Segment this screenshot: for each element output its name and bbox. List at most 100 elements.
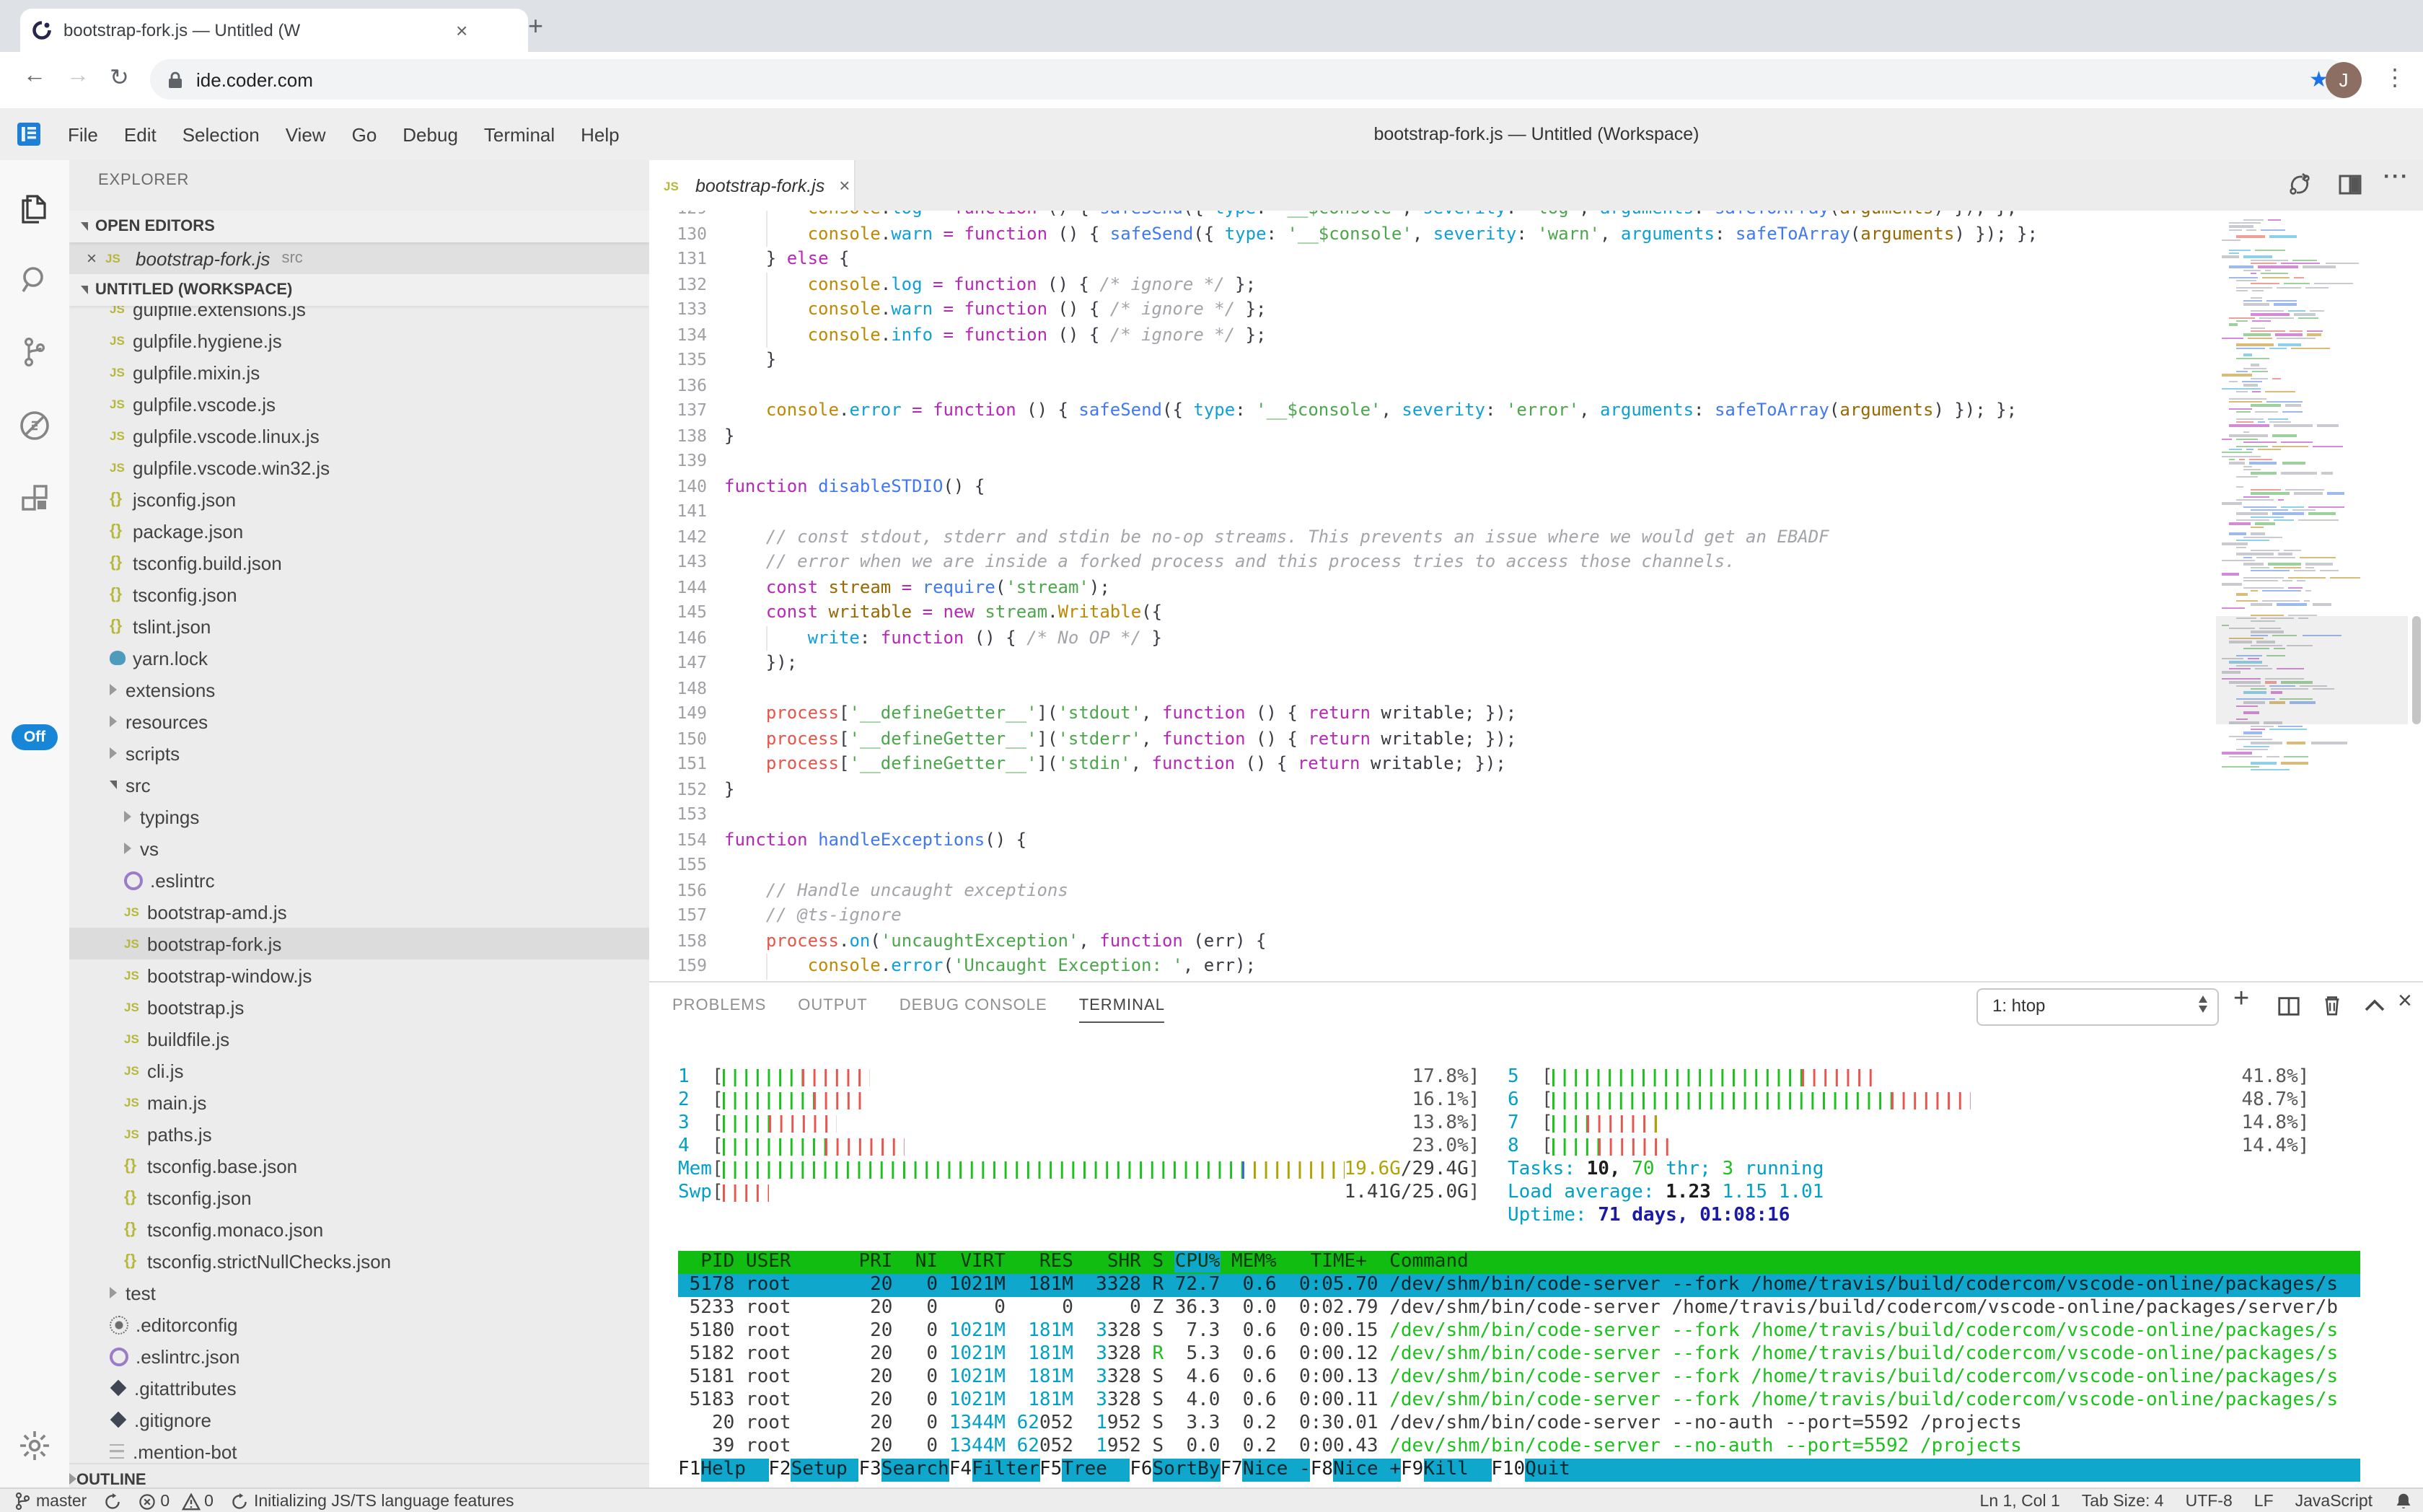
search-icon[interactable]	[17, 263, 52, 297]
htop-fkey-f8[interactable]: Nice +	[1333, 1459, 1401, 1482]
folder-row-scripts[interactable]: scripts	[69, 737, 649, 769]
htop-fkey-f2[interactable]: Setup	[791, 1459, 859, 1482]
browser-menu-icon[interactable]: ⋮	[2383, 63, 2406, 92]
process-row[interactable]: 5180 root 20 0 1021M 181M 3328 S 7.3 0.6…	[678, 1320, 2370, 1343]
split-editor-icon[interactable]	[2337, 172, 2363, 198]
panel-tab-debug-console[interactable]: DEBUG CONSOLE	[900, 983, 1047, 1030]
maximize-panel-icon[interactable]	[2363, 997, 2386, 1014]
status-javascript[interactable]: JavaScript	[2295, 1493, 2373, 1510]
file-row-.editorconfig[interactable]: .editorconfig	[69, 1309, 649, 1340]
sync-button[interactable]	[104, 1493, 121, 1510]
file-row-.mention-bot[interactable]: .mention-bot	[69, 1436, 649, 1463]
code-line-130[interactable]: 130 console.warn = function () { safeSen…	[649, 221, 2038, 247]
file-row-gulpfile.vscode.win32.js[interactable]: JSgulpfile.vscode.win32.js	[69, 452, 649, 483]
file-row-gulpfile.extensions.js[interactable]: JSgulpfile.extensions.js	[69, 306, 649, 325]
folder-row-test[interactable]: test	[69, 1277, 649, 1309]
tab-close-icon[interactable]: ×	[456, 19, 467, 42]
folder-row-extensions[interactable]: extensions	[69, 674, 649, 706]
file-row-tsconfig.json[interactable]: {}tsconfig.json	[69, 1182, 649, 1213]
code-editor[interactable]: 129 console.log = function () { safeSend…	[649, 211, 2423, 981]
code-line-136[interactable]: 136	[649, 373, 2038, 398]
folder-row-src[interactable]: src	[69, 769, 649, 801]
back-icon[interactable]: ←	[23, 63, 46, 89]
file-row-bootstrap-fork.js[interactable]: JSbootstrap-fork.js	[69, 928, 649, 959]
menu-terminal[interactable]: Terminal	[471, 123, 568, 145]
code-line-147[interactable]: 147 });	[649, 651, 2038, 676]
explorer-icon[interactable]	[17, 192, 52, 227]
file-row-gulpfile.vscode.js[interactable]: JSgulpfile.vscode.js	[69, 388, 649, 420]
code-line-155[interactable]: 155	[649, 853, 2038, 878]
menu-file[interactable]: File	[55, 123, 111, 145]
code-line-156[interactable]: 156 // Handle uncaught exceptions	[649, 878, 2038, 903]
code-line-154[interactable]: 154function handleExceptions() {	[649, 827, 2038, 853]
code-line-142[interactable]: 142 // const stdout, stderr and stdin be…	[649, 524, 2038, 550]
process-row[interactable]: 5183 root 20 0 1021M 181M 3328 S 4.0 0.6…	[678, 1389, 2370, 1412]
file-row-tslint.json[interactable]: {}tslint.json	[69, 610, 649, 642]
file-row-tsconfig.base.json[interactable]: {}tsconfig.base.json	[69, 1150, 649, 1182]
code-line-133[interactable]: 133 console.warn = function () { /* igno…	[649, 297, 2038, 322]
terminal[interactable]: 1 [17.8%]5 [41.8%]2 [16.1%]6 [48.7%]3 [1…	[678, 1066, 2370, 1485]
htop-fkey-f6[interactable]: SortBy	[1153, 1459, 1221, 1482]
code-line-135[interactable]: 135 }	[649, 348, 2038, 373]
code-line-148[interactable]: 148	[649, 676, 2038, 701]
new-tab-button[interactable]: +	[528, 12, 543, 42]
file-row-tsconfig.json[interactable]: {}tsconfig.json	[69, 579, 649, 610]
htop-fkey-f5[interactable]: Tree	[1062, 1459, 1130, 1482]
open-editors-header[interactable]: OPEN EDITORS	[69, 211, 649, 242]
panel-tab-terminal[interactable]: TERMINAL	[1079, 983, 1165, 1030]
file-row-.gitignore[interactable]: .gitignore	[69, 1404, 649, 1436]
terminal-select[interactable]: 1: htop	[1976, 988, 2219, 1026]
process-row[interactable]: 5181 root 20 0 1021M 181M 3328 S 4.6 0.6…	[678, 1366, 2370, 1389]
code-line-145[interactable]: 145 const writable = new stream.Writable…	[649, 600, 2038, 625]
code-line-141[interactable]: 141	[649, 499, 2038, 524]
avatar[interactable]: J	[2326, 62, 2362, 98]
htop-fkey-f1[interactable]: Help	[700, 1459, 768, 1482]
process-row[interactable]: 5182 root 20 0 1021M 181M 3328 R 5.3 0.6…	[678, 1343, 2370, 1366]
notifications-bell-icon[interactable]	[2394, 1492, 2423, 1511]
split-terminal-icon[interactable]	[2277, 994, 2301, 1019]
menu-view[interactable]: View	[273, 123, 339, 145]
code-line-152[interactable]: 152}	[649, 777, 2038, 802]
code-line-151[interactable]: 151 process['__defineGetter__']('stdin',…	[649, 752, 2038, 777]
browser-tab[interactable]: bootstrap-fork.js — Untitled (W ×	[20, 9, 528, 52]
editor-scrollbar[interactable]	[2411, 616, 2420, 724]
panel-tab-output[interactable]: OUTPUT	[798, 983, 867, 1030]
close-panel-icon[interactable]: ×	[2398, 987, 2412, 1016]
file-row-tsconfig.build.json[interactable]: {}tsconfig.build.json	[69, 547, 649, 579]
status-utf-8[interactable]: UTF-8	[2186, 1493, 2233, 1510]
code-line-140[interactable]: 140function disableSTDIO() {	[649, 474, 2038, 499]
file-row-.gitattributes[interactable]: .gitattributes	[69, 1372, 649, 1404]
menu-help[interactable]: Help	[568, 123, 633, 145]
code-line-131[interactable]: 131 } else {	[649, 247, 2038, 272]
file-row-gulpfile.mixin.js[interactable]: JSgulpfile.mixin.js	[69, 356, 649, 388]
code-line-149[interactable]: 149 process['__defineGetter__']('stdout'…	[649, 701, 2038, 726]
forward-icon[interactable]: →	[66, 63, 89, 89]
code-line-157[interactable]: 157 // @ts-ignore	[649, 903, 2038, 928]
status-lf[interactable]: LF	[2254, 1493, 2274, 1510]
sync-editors-icon[interactable]	[2287, 172, 2313, 198]
file-row-bootstrap-window.js[interactable]: JSbootstrap-window.js	[69, 959, 649, 991]
problems-indicator[interactable]: 0 0	[138, 1493, 214, 1510]
open-editor-item[interactable]: × JS bootstrap-fork.js src	[69, 242, 649, 274]
url-bar[interactable]: ide.coder.com ★	[150, 59, 2349, 100]
code-line-150[interactable]: 150 process['__defineGetter__']('stderr'…	[649, 726, 2038, 752]
folder-row-vs[interactable]: vs	[69, 832, 649, 864]
file-row-bootstrap-amd.js[interactable]: JSbootstrap-amd.js	[69, 896, 649, 928]
process-row[interactable]: 39 root 20 0 1344M 62052 1952 S 0.0 0.2 …	[678, 1436, 2370, 1459]
process-row[interactable]: 20 root 20 0 1344M 62052 1952 S 3.3 0.2 …	[678, 1412, 2370, 1436]
file-row-gulpfile.hygiene.js[interactable]: JSgulpfile.hygiene.js	[69, 325, 649, 356]
code-line-138[interactable]: 138}	[649, 423, 2038, 449]
more-actions-icon[interactable]: ···	[2383, 164, 2409, 189]
file-row-cli.js[interactable]: JScli.js	[69, 1055, 649, 1086]
folder-row-resources[interactable]: resources	[69, 706, 649, 737]
code-line-139[interactable]: 139	[649, 449, 2038, 474]
status-badge[interactable]: Off	[12, 724, 58, 750]
source-control-icon[interactable]	[17, 335, 52, 369]
file-row-gulpfile.vscode.linux.js[interactable]: JSgulpfile.vscode.linux.js	[69, 420, 649, 452]
file-row-jsconfig.json[interactable]: {}jsconfig.json	[69, 483, 649, 515]
outline-header[interactable]: OUTLINE	[69, 1463, 649, 1487]
htop-fkey-f10[interactable]: Quit	[1525, 1459, 1570, 1482]
file-row-bootstrap.js[interactable]: JSbootstrap.js	[69, 991, 649, 1023]
code-line-159[interactable]: 159 console.error('Uncaught Exception: '…	[649, 954, 2038, 979]
code-line-137[interactable]: 137 console.error = function () { safeSe…	[649, 398, 2038, 423]
